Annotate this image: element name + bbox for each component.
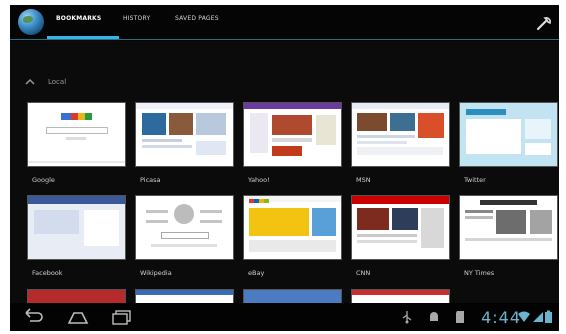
- tab-saved-pages[interactable]: SAVED PAGES: [175, 15, 219, 22]
- bookmark-label: CNN: [356, 269, 371, 277]
- bookmark-thumbnail-wikipedia[interactable]: [135, 195, 234, 260]
- bookmark-thumbnail-google[interactable]: [27, 102, 126, 167]
- tab-bookmarks[interactable]: BOOKMARKS: [56, 15, 101, 22]
- tab-history[interactable]: HISTORY: [123, 15, 150, 22]
- bookmark-thumbnail-cnn[interactable]: [351, 195, 450, 260]
- android-debug-icon[interactable]: [427, 310, 441, 324]
- action-bar-divider: [10, 39, 559, 40]
- system-nav-bar: 4:44: [10, 303, 559, 331]
- wifi-icon: [518, 311, 530, 322]
- bookmark-thumbnail-facebook[interactable]: [27, 195, 126, 260]
- chevron-up-icon: [25, 78, 35, 85]
- bookmark-thumbnail-picasa[interactable]: [135, 102, 234, 167]
- home-icon[interactable]: [66, 307, 90, 327]
- wrench-icon[interactable]: [534, 13, 554, 33]
- bookmark-label: MSN: [356, 176, 371, 184]
- bookmark-label: eBay: [248, 269, 265, 277]
- section-label: Local: [48, 78, 67, 86]
- bookmark-label: Picasa: [140, 176, 161, 184]
- bookmark-label: Google: [32, 176, 55, 184]
- signal-icon: [533, 312, 543, 322]
- browser-screen: BOOKMARKS HISTORY SAVED PAGES Local Goog…: [10, 5, 559, 331]
- bookmark-thumbnail-nytimes[interactable]: [459, 195, 558, 260]
- back-icon[interactable]: [22, 307, 46, 327]
- bookmark-label: Facebook: [32, 269, 63, 277]
- recent-apps-icon[interactable]: [110, 307, 134, 327]
- bookmark-thumbnail-twitter[interactable]: [459, 102, 558, 167]
- bookmark-thumbnail-ebay[interactable]: [243, 195, 342, 260]
- battery-icon: [545, 310, 552, 323]
- bookmark-label: Twitter: [464, 176, 486, 184]
- bookmark-label: Wikipedia: [140, 269, 172, 277]
- action-bar: BOOKMARKS HISTORY SAVED PAGES: [10, 5, 559, 41]
- usb-icon[interactable]: [400, 310, 414, 324]
- bookmark-label: Yahoo!: [248, 176, 270, 184]
- bookmark-label: NY Times: [464, 269, 495, 277]
- bookmark-thumbnail-msn[interactable]: [351, 102, 450, 167]
- bookmark-thumbnail-yahoo[interactable]: [243, 102, 342, 167]
- status-clock[interactable]: 4:44: [481, 308, 521, 327]
- sd-card-icon[interactable]: [453, 310, 467, 324]
- globe-icon[interactable]: [18, 9, 44, 35]
- section-header[interactable]: Local: [24, 75, 66, 89]
